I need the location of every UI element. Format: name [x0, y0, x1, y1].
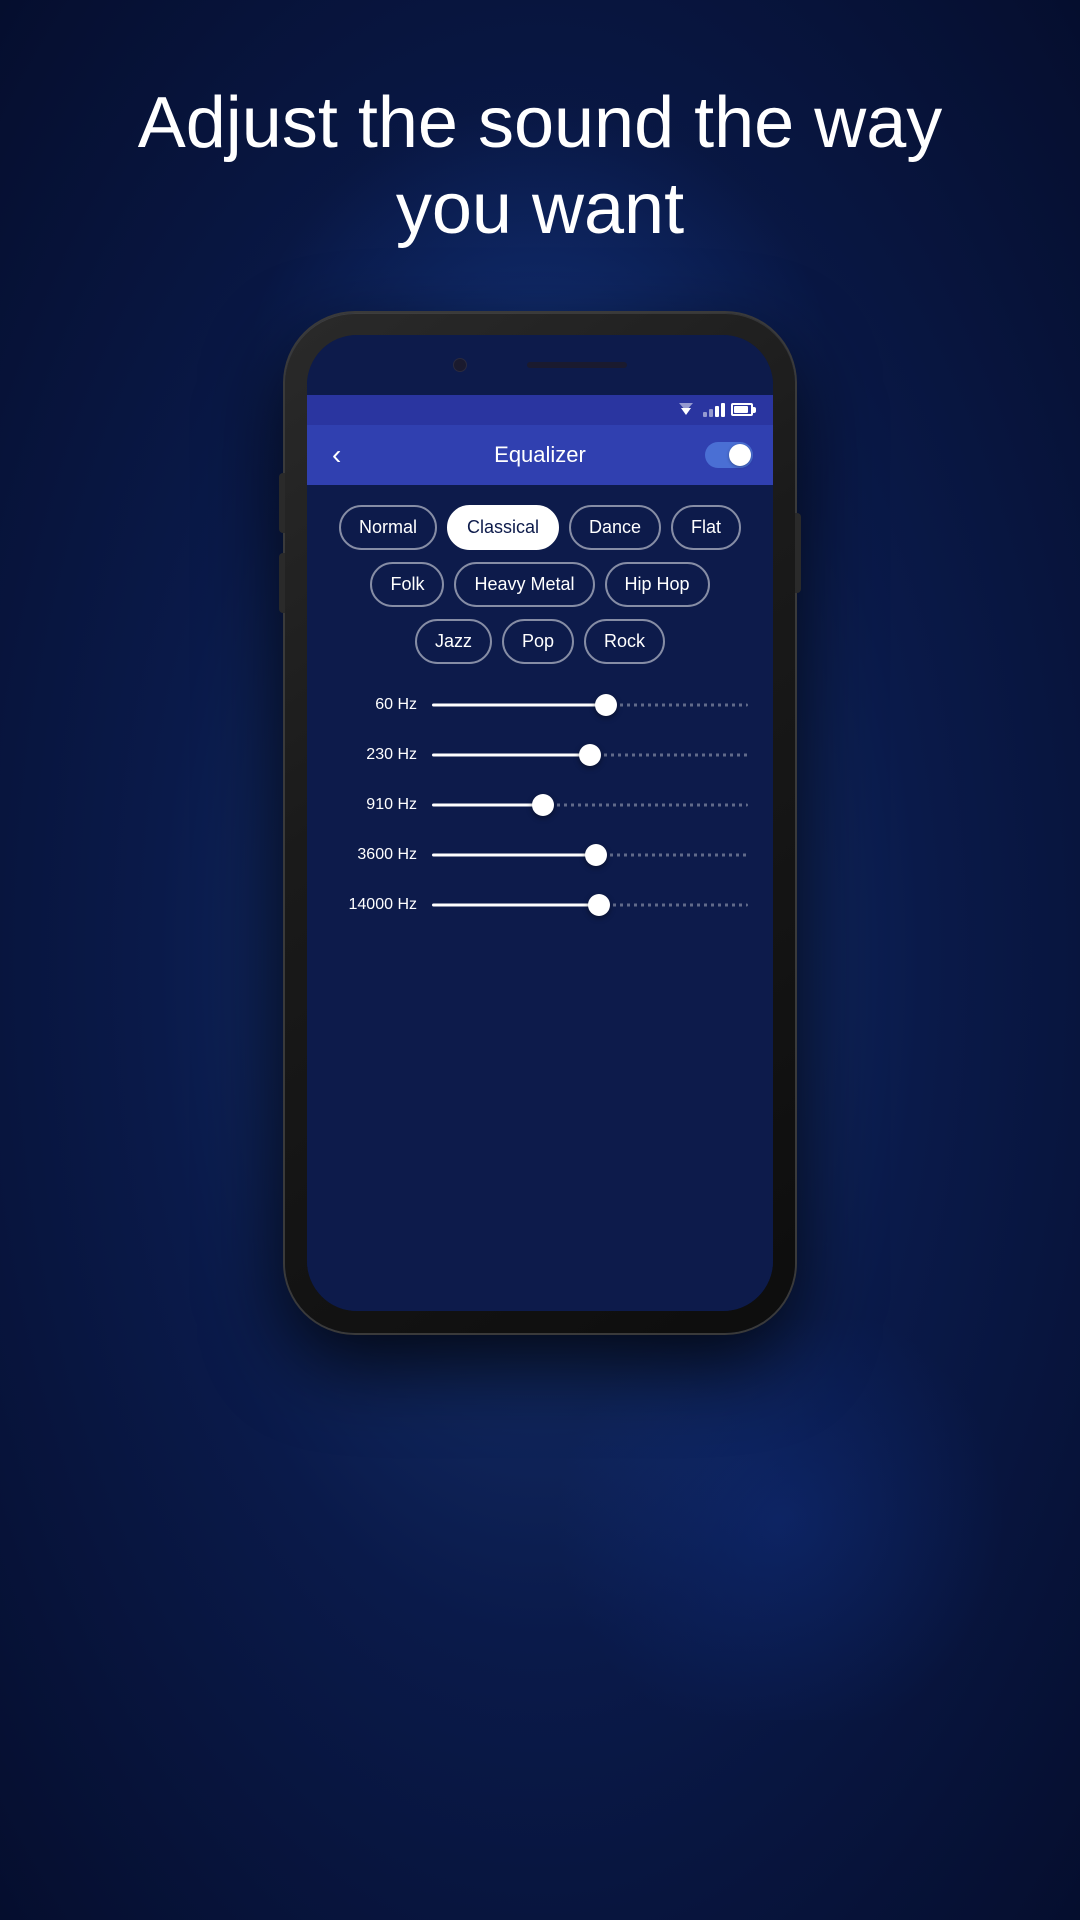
slider-3600hz[interactable]: [432, 844, 748, 866]
preset-normal[interactable]: Normal: [339, 505, 437, 550]
preset-jazz[interactable]: Jazz: [415, 619, 492, 664]
toggle-knob: [729, 444, 751, 466]
preset-pop[interactable]: Pop: [502, 619, 574, 664]
phone-screen: ‹ Equalizer Normal Classical Dance Flat …: [307, 335, 773, 1311]
speaker-grille: [527, 362, 627, 368]
sliders-container: 60 Hz 230 Hz: [322, 694, 758, 916]
presets-row-2: Folk Heavy Metal Hip Hop: [370, 562, 709, 607]
presets-row-3: Jazz Pop Rock: [415, 619, 665, 664]
slider-label-230hz: 230 Hz: [332, 746, 417, 764]
thumb-14000hz[interactable]: [588, 894, 610, 916]
signal-icon: [703, 402, 725, 417]
app-header: ‹ Equalizer: [307, 425, 773, 485]
wifi-icon: [675, 402, 697, 418]
thumb-60hz[interactable]: [595, 694, 617, 716]
slider-label-60hz: 60 Hz: [332, 696, 417, 714]
slider-label-910hz: 910 Hz: [332, 796, 417, 814]
equalizer-toggle[interactable]: [705, 442, 753, 468]
slider-row-910hz: 910 Hz: [332, 794, 748, 816]
preset-flat[interactable]: Flat: [671, 505, 741, 550]
camera-icon: [453, 358, 467, 372]
presets-row-1: Normal Classical Dance Flat: [339, 505, 741, 550]
thumb-230hz[interactable]: [579, 744, 601, 766]
slider-910hz[interactable]: [432, 794, 748, 816]
slider-60hz[interactable]: [432, 694, 748, 716]
slider-row-60hz: 60 Hz: [332, 694, 748, 716]
slider-row-3600hz: 3600 Hz: [332, 844, 748, 866]
page-title: Adjust the sound the way you want: [58, 80, 1023, 253]
thumb-3600hz[interactable]: [585, 844, 607, 866]
header-title: Equalizer: [494, 442, 586, 468]
slider-row-14000hz: 14000 Hz: [332, 894, 748, 916]
preset-rock[interactable]: Rock: [584, 619, 665, 664]
preset-classical[interactable]: Classical: [447, 505, 559, 550]
phone-mockup: ‹ Equalizer Normal Classical Dance Flat …: [285, 313, 795, 1333]
battery-icon: [731, 403, 753, 416]
slider-label-14000hz: 14000 Hz: [332, 896, 417, 914]
preset-heavy-metal[interactable]: Heavy Metal: [454, 562, 594, 607]
slider-row-230hz: 230 Hz: [332, 744, 748, 766]
preset-hip-hop[interactable]: Hip Hop: [605, 562, 710, 607]
slider-label-3600hz: 3600 Hz: [332, 846, 417, 864]
status-bar: [307, 395, 773, 425]
thumb-910hz[interactable]: [532, 794, 554, 816]
back-button[interactable]: ‹: [327, 434, 346, 476]
phone-camera-area: [307, 335, 773, 395]
screen-content: Normal Classical Dance Flat Folk Heavy M…: [307, 485, 773, 1311]
slider-230hz[interactable]: [432, 744, 748, 766]
preset-folk[interactable]: Folk: [370, 562, 444, 607]
preset-dance[interactable]: Dance: [569, 505, 661, 550]
slider-14000hz[interactable]: [432, 894, 748, 916]
presets-container: Normal Classical Dance Flat Folk Heavy M…: [322, 505, 758, 664]
